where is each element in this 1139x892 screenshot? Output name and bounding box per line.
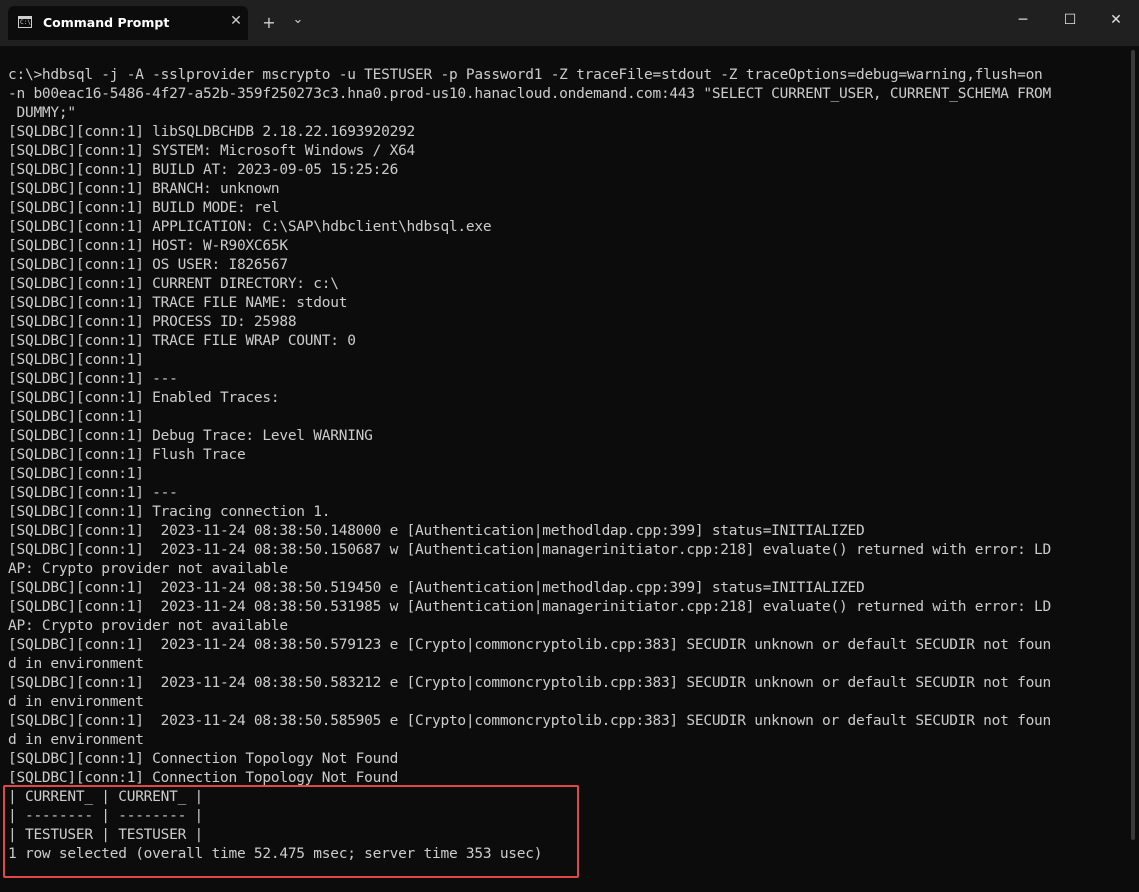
minimize-button[interactable]: ─ (1000, 0, 1046, 40)
tab-command-prompt[interactable]: C:\ Command Prompt ✕ (8, 6, 248, 40)
scrollbar[interactable] (1131, 50, 1135, 840)
cmd-icon: C:\ (18, 16, 32, 28)
terminal-line: [SQLDBC][conn:1] CURRENT DIRECTORY: c:\ (8, 276, 339, 292)
close-tab-icon[interactable]: ✕ (227, 12, 245, 30)
terminal-line: [SQLDBC][conn:1] Connection Topology Not… (8, 751, 399, 767)
terminal-line: [SQLDBC][conn:1] 2023-11-24 08:38:50.583… (8, 675, 1052, 691)
terminal-line: [SQLDBC][conn:1] Tracing connection 1. (8, 504, 331, 520)
tab-title: Command Prompt (43, 15, 170, 30)
terminal-output[interactable]: c:\>hdbsql -j -A -sslprovider mscrypto -… (8, 66, 1120, 886)
terminal-line: [SQLDBC][conn:1] PROCESS ID: 25988 (8, 314, 297, 330)
terminal-line: [SQLDBC][conn:1] 2023-11-24 08:38:50.148… (8, 523, 865, 539)
result-highlight-box (3, 785, 579, 878)
new-tab-button[interactable]: + (257, 10, 281, 36)
terminal-line: [SQLDBC][conn:1] libSQLDBCHDB 2.18.22.16… (8, 124, 416, 140)
terminal-line: AP: Crypto provider not available (8, 618, 288, 634)
terminal-line: [SQLDBC][conn:1] BUILD AT: 2023-09-05 15… (8, 162, 399, 178)
terminal-line: [SQLDBC][conn:1] (8, 352, 144, 368)
chevron-down-icon[interactable]: ⌄ (286, 10, 310, 36)
close-window-button[interactable]: ✕ (1093, 0, 1139, 40)
terminal-line: [SQLDBC][conn:1] HOST: W-R90XC65K (8, 238, 288, 254)
terminal-line: d in environment (8, 694, 144, 710)
terminal-line: [SQLDBC][conn:1] 2023-11-24 08:38:50.531… (8, 599, 1052, 615)
terminal-line: [SQLDBC][conn:1] SYSTEM: Microsoft Windo… (8, 143, 416, 159)
maximize-button[interactable]: ☐ (1047, 0, 1093, 40)
terminal-line: [SQLDBC][conn:1] (8, 466, 144, 482)
terminal-line: [SQLDBC][conn:1] BUILD MODE: rel (8, 200, 280, 216)
terminal-line: [SQLDBC][conn:1] APPLICATION: C:\SAP\hdb… (8, 219, 492, 235)
terminal-line: [SQLDBC][conn:1] OS USER: I826567 (8, 257, 288, 273)
terminal-line: c:\>hdbsql -j -A -sslprovider mscrypto -… (8, 67, 1043, 83)
terminal-line: [SQLDBC][conn:1] (8, 409, 144, 425)
terminal-line: [SQLDBC][conn:1] 2023-11-24 08:38:50.150… (8, 542, 1052, 558)
terminal-line: d in environment (8, 656, 144, 672)
title-bar: C:\ Command Prompt ✕ + ⌄ ─ ☐ ✕ (0, 0, 1139, 46)
terminal-line: [SQLDBC][conn:1] Flush Trace (8, 447, 246, 463)
terminal-line: [SQLDBC][conn:1] Enabled Traces: (8, 390, 280, 406)
terminal-line: d in environment (8, 732, 144, 748)
terminal-line: [SQLDBC][conn:1] 2023-11-24 08:38:50.579… (8, 637, 1052, 653)
terminal-line: [SQLDBC][conn:1] BRANCH: unknown (8, 181, 280, 197)
terminal-line: [SQLDBC][conn:1] --- (8, 371, 178, 387)
terminal-line: [SQLDBC][conn:1] TRACE FILE NAME: stdout (8, 295, 348, 311)
terminal-line: [SQLDBC][conn:1] 2023-11-24 08:38:50.519… (8, 580, 865, 596)
terminal-line: [SQLDBC][conn:1] 2023-11-24 08:38:50.585… (8, 713, 1052, 729)
terminal-line: [SQLDBC][conn:1] Debug Trace: Level WARN… (8, 428, 373, 444)
terminal-line: AP: Crypto provider not available (8, 561, 288, 577)
terminal-line: DUMMY;" (8, 105, 76, 121)
terminal-line: [SQLDBC][conn:1] --- (8, 485, 178, 501)
terminal-line: -n b00eac16-5486-4f27-a52b-359f250273c3.… (8, 86, 1052, 102)
terminal-line: [SQLDBC][conn:1] TRACE FILE WRAP COUNT: … (8, 333, 356, 349)
